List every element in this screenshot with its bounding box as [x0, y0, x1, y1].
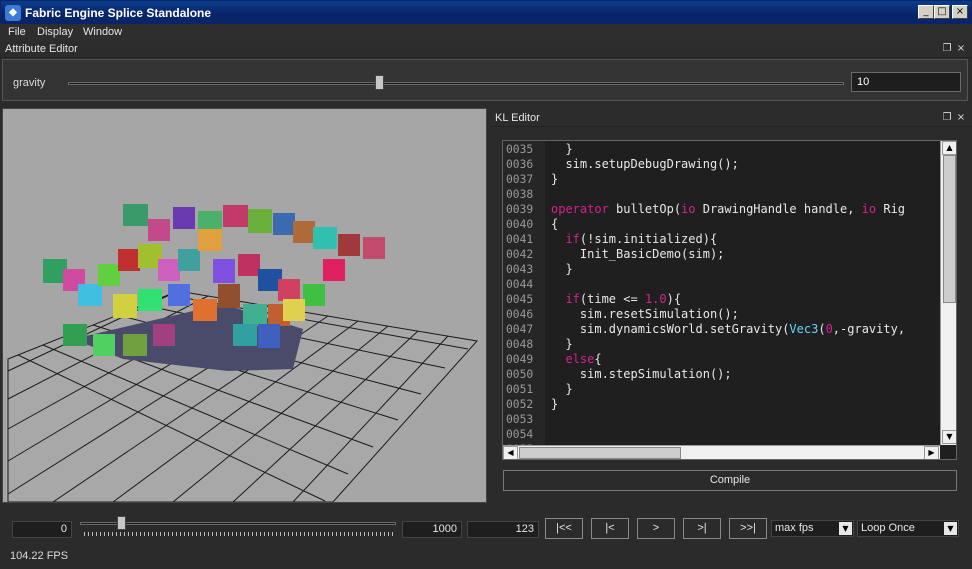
gravity-slider-handle[interactable] — [375, 75, 384, 90]
loop-mode-value: Loop Once — [861, 522, 915, 534]
menu-bar: File Display Window — [0, 24, 972, 42]
code-line: } — [551, 397, 559, 411]
attribute-editor-body: gravity 10 — [2, 59, 968, 101]
current-frame-field[interactable]: 123 — [467, 521, 539, 538]
fps-mode-select[interactable]: max fps ▼ — [771, 520, 854, 537]
float-icon[interactable]: ❐ — [941, 112, 953, 124]
timeline-slider[interactable] — [80, 522, 396, 525]
line-number: 0042 — [506, 248, 534, 261]
code-line: sim.dynamicsWorld.setGravity(Vec3(0,-gra… — [551, 322, 906, 336]
line-number: 0039 — [506, 203, 534, 216]
line-number: 0047 — [506, 323, 534, 336]
line-number: 0051 — [506, 383, 534, 396]
code-editor[interactable]: 0035 0036 0037 0038 0039 0040 0041 0042 … — [502, 140, 957, 460]
scroll-right-icon[interactable]: ▶ — [924, 446, 939, 459]
gravity-value-input[interactable]: 10 — [851, 72, 961, 92]
line-number: 0052 — [506, 398, 534, 411]
code-line: if(!sim.initialized){ — [565, 232, 718, 246]
line-number: 0046 — [506, 308, 534, 321]
chevron-down-icon: ▼ — [944, 522, 957, 535]
code-line: } — [551, 382, 573, 396]
line-number: 0041 — [506, 233, 534, 246]
scroll-left-icon[interactable]: ◀ — [503, 446, 518, 459]
attribute-editor-header: Attribute Editor ❐ × — [0, 41, 972, 58]
code-line: } — [551, 337, 573, 351]
line-number: 0044 — [506, 278, 534, 291]
line-number: 0040 — [506, 218, 534, 231]
scroll-up-icon[interactable]: ▲ — [942, 141, 956, 155]
line-number: 0035 — [506, 143, 534, 156]
step-forward-button[interactable]: >| — [683, 518, 721, 539]
menu-display[interactable]: Display — [37, 25, 73, 39]
vertical-scroll-thumb[interactable] — [943, 155, 956, 303]
go-to-end-button[interactable]: >>| — [729, 518, 767, 539]
kl-editor-title: KL Editor — [495, 112, 540, 124]
timeline-bar: 0 1000 123 |<< |< > >| >>| max fps ▼ Loo… — [0, 505, 972, 569]
line-number: 0050 — [506, 368, 534, 381]
vertical-scrollbar[interactable]: ▲ ▼ — [940, 141, 956, 445]
window-title: Fabric Engine Splice Standalone — [25, 6, 212, 20]
horizontal-scroll-thumb[interactable] — [519, 447, 681, 459]
fps-mode-value: max fps — [775, 522, 814, 534]
start-frame-field[interactable]: 0 — [12, 521, 72, 538]
close-button[interactable]: × — [952, 5, 968, 19]
play-button[interactable]: > — [637, 518, 675, 539]
code-line: else{ — [565, 352, 602, 366]
code-line: if(time <= 1.0){ — [565, 292, 682, 306]
gravity-label: gravity — [13, 77, 46, 89]
code-line: sim.setupDebugDrawing(); — [551, 157, 739, 171]
menu-file[interactable]: File — [8, 25, 26, 39]
line-number: 0043 — [506, 263, 534, 276]
attribute-editor-title: Attribute Editor — [5, 43, 78, 55]
minimize-button[interactable]: _ — [918, 5, 934, 19]
code-line: sim.resetSimulation(); — [551, 307, 739, 321]
code-line: } — [551, 262, 573, 276]
line-number: 0038 — [506, 188, 534, 201]
scroll-down-icon[interactable]: ▼ — [942, 430, 956, 444]
maximize-button[interactable]: □ — [934, 5, 950, 19]
close-icon[interactable]: × — [955, 43, 967, 55]
scene-render — [7, 204, 478, 502]
line-number: 0053 — [506, 413, 534, 426]
close-icon[interactable]: × — [955, 112, 967, 124]
3d-viewport[interactable] — [2, 108, 487, 503]
code-line: } — [551, 142, 573, 156]
line-number: 0049 — [506, 353, 534, 366]
float-icon[interactable]: ❐ — [941, 43, 953, 55]
title-bar: ◆ Fabric Engine Splice Standalone _ □ × — [0, 0, 972, 24]
line-number: 0048 — [506, 338, 534, 351]
step-back-button[interactable]: |< — [591, 518, 629, 539]
kl-editor-header: KL Editor ❐ × — [490, 110, 972, 127]
gravity-slider[interactable] — [68, 82, 844, 85]
attribute-editor-panel: Attribute Editor ❐ × gravity 10 — [0, 41, 972, 104]
code-line: operator bulletOp(io DrawingHandle handl… — [551, 202, 906, 216]
code-line: sim.stepSimulation(); — [551, 367, 732, 381]
code-line: } — [551, 172, 559, 186]
timeline-ticks — [84, 532, 394, 536]
loop-mode-select[interactable]: Loop Once ▼ — [857, 520, 959, 537]
fps-readout: 104.22 FPS — [10, 550, 69, 562]
go-to-start-button[interactable]: |<< — [545, 518, 583, 539]
compile-button[interactable]: Compile — [503, 470, 957, 491]
line-number: 0054 — [506, 428, 534, 441]
chevron-down-icon: ▼ — [839, 522, 852, 535]
menu-window[interactable]: Window — [83, 25, 122, 39]
horizontal-scrollbar[interactable]: ◀ ▶ — [503, 445, 940, 459]
line-number: 0036 — [506, 158, 534, 171]
timeline-slider-handle[interactable] — [117, 516, 126, 530]
code-line: Init_BasicDemo(sim); — [551, 247, 725, 261]
app-icon: ◆ — [5, 5, 21, 21]
line-number: 0045 — [506, 293, 534, 306]
line-number: 0037 — [506, 173, 534, 186]
code-line: { — [551, 217, 559, 231]
end-frame-field[interactable]: 1000 — [402, 521, 462, 538]
